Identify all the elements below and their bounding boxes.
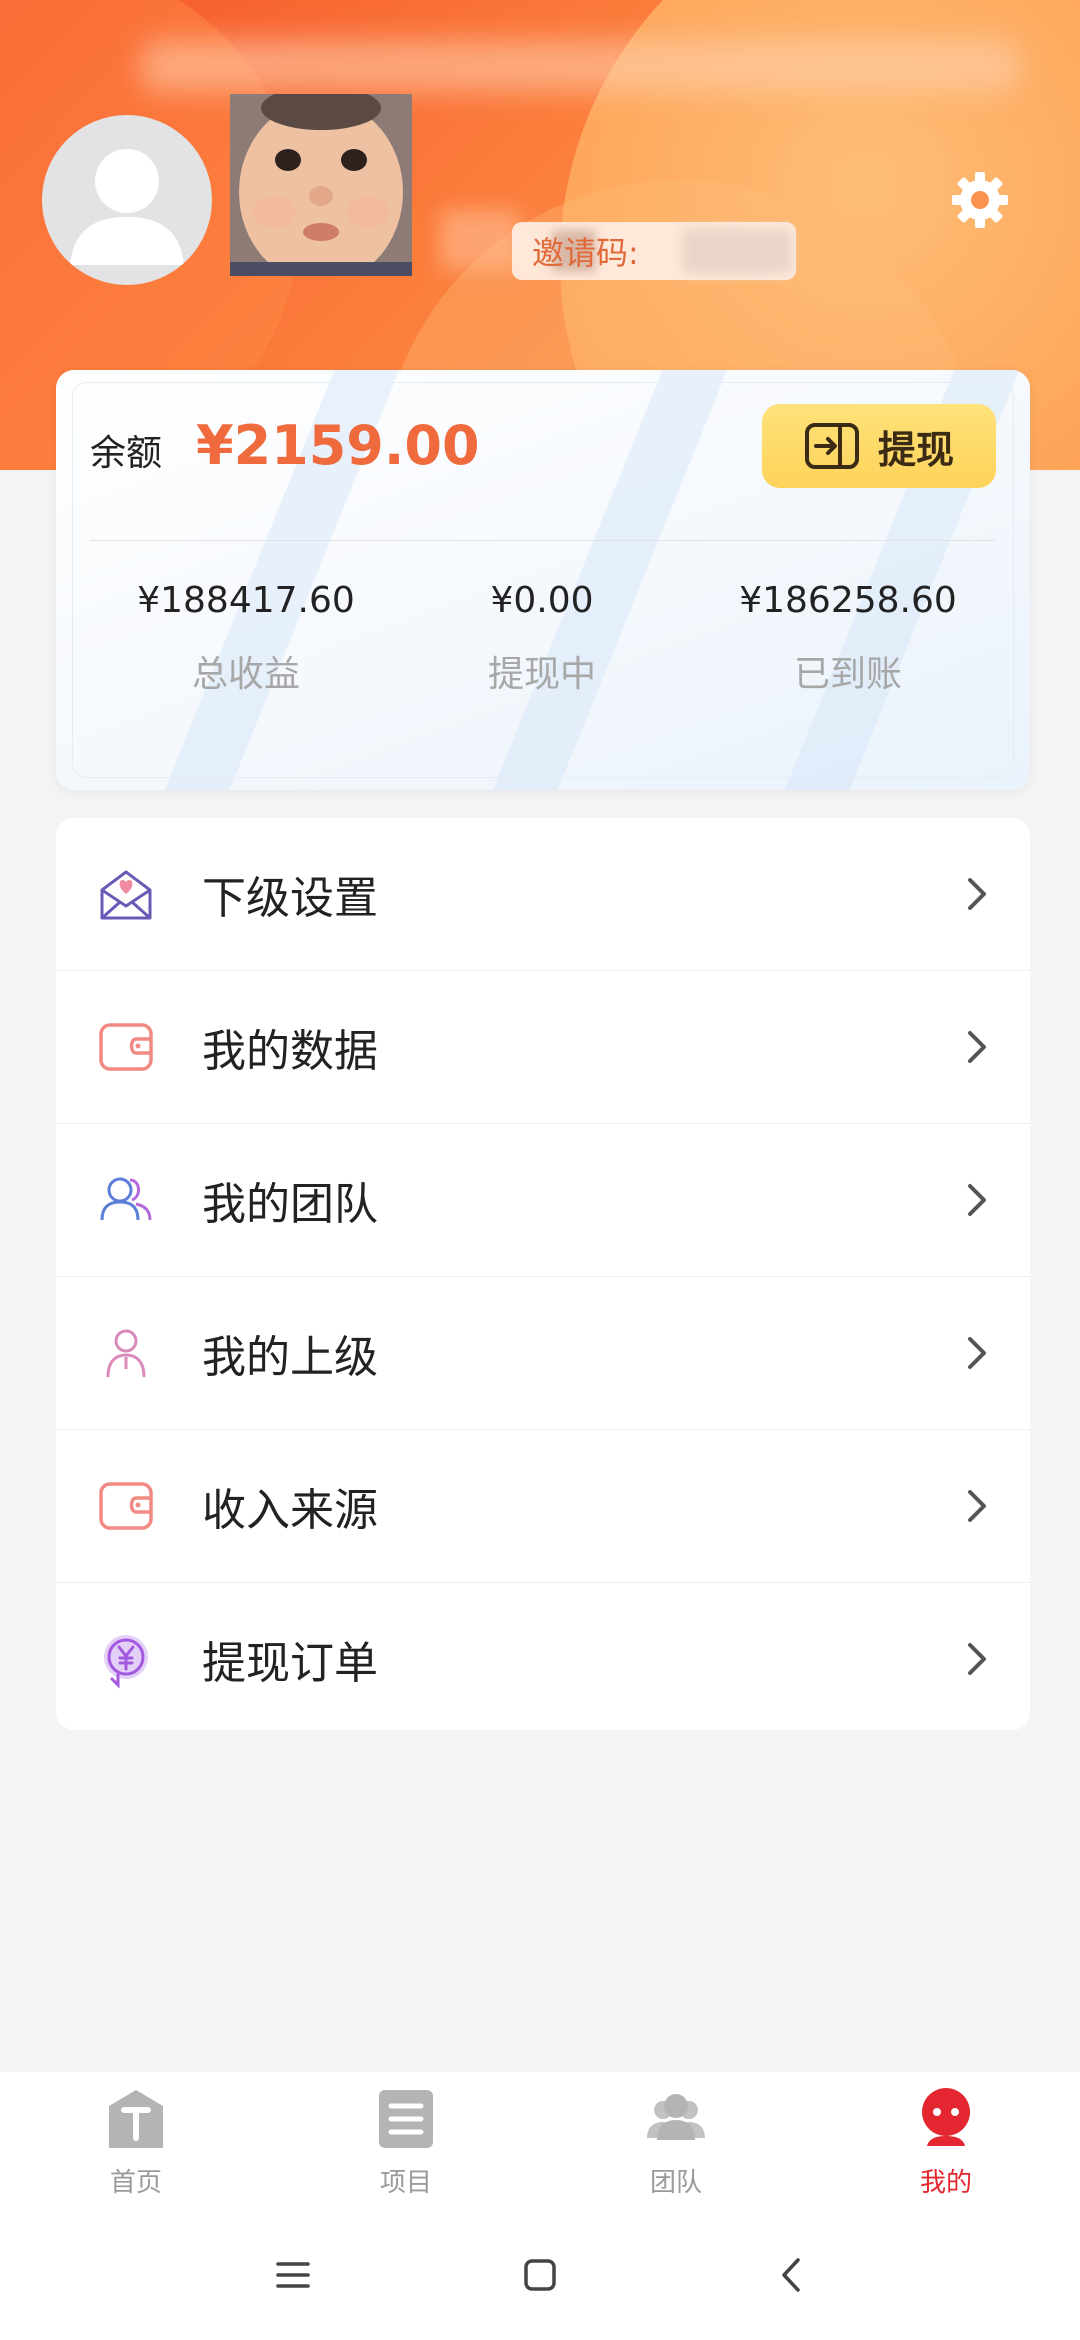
menu-item-withdraw-orders[interactable]: 提现订单 — [56, 1583, 1030, 1730]
profile-icon — [922, 2088, 970, 2146]
withdraw-button[interactable]: 提现 — [762, 404, 996, 488]
chevron-right-icon — [968, 1337, 986, 1369]
balance-card: 余额 ¥2159.00 提现 ¥188417.60 总收益 ¥0.00 提现中 … — [56, 370, 1030, 790]
menu-item-my-superior[interactable]: 我的上级 — [56, 1277, 1030, 1430]
chevron-right-icon — [968, 1643, 986, 1675]
tab-label: 团队 — [649, 2168, 702, 2198]
stat-withdrawing[interactable]: ¥0.00 提现中 — [392, 580, 692, 697]
menu-item-label: 收入来源 — [202, 1485, 378, 1536]
menu-item-label: 我的数据 — [202, 1026, 378, 1077]
stat-total-income[interactable]: ¥188417.60 总收益 — [96, 580, 396, 697]
team-icon — [647, 2094, 705, 2140]
list-icon — [379, 2090, 433, 2148]
withdraw-button-label: 提现 — [877, 427, 954, 472]
bottom-tab-bar: 首页 项目 团队 我的 — [0, 2072, 1080, 2211]
stat-label: 已到账 — [793, 654, 902, 695]
menu-list: 下级设置 我的数据 我的团队 我的上级 收入来源 提现订单 — [56, 818, 1030, 1730]
menu-item-label: 我的上级 — [202, 1332, 378, 1383]
home-square-icon[interactable] — [513, 2248, 567, 2302]
chevron-right-icon — [968, 1184, 986, 1216]
invite-code-chip[interactable]: 邀请码: — [512, 222, 796, 280]
menu-item-my-data[interactable]: 我的数据 — [56, 971, 1030, 1124]
wallet-icon — [99, 1482, 153, 1530]
stat-value: ¥188417.60 — [137, 580, 355, 621]
menu-item-label: 下级设置 — [202, 873, 378, 924]
menu-item-label: 我的团队 — [202, 1179, 378, 1230]
menu-item-my-team[interactable]: 我的团队 — [56, 1124, 1030, 1277]
nickname — [440, 210, 520, 270]
tab-team[interactable]: 团队 — [586, 2086, 766, 2199]
divider — [90, 540, 996, 541]
default-avatar-icon[interactable] — [42, 115, 212, 285]
stat-received[interactable]: ¥186258.60 已到账 — [698, 580, 998, 697]
team-icon — [100, 1177, 152, 1221]
redaction — [682, 228, 792, 274]
tab-home[interactable]: 首页 — [46, 2086, 226, 2199]
gear-icon[interactable] — [948, 168, 1012, 232]
status-bar — [140, 40, 1020, 92]
stat-value: ¥0.00 — [490, 580, 594, 621]
back-icon[interactable] — [766, 2248, 820, 2302]
menu-icon[interactable] — [266, 2248, 320, 2302]
system-navigation-bar — [0, 2210, 1080, 2340]
menu-item-label: 提现订单 — [202, 1638, 378, 1689]
invite-code-label: 邀请码: — [532, 234, 639, 272]
person-icon — [106, 1329, 146, 1378]
stat-value: ¥186258.60 — [739, 580, 957, 621]
user-avatar[interactable] — [230, 94, 412, 276]
tab-projects[interactable]: 项目 — [316, 2086, 496, 2199]
chevron-right-icon — [968, 878, 986, 910]
home-t-icon — [109, 2090, 163, 2148]
chevron-right-icon — [968, 1031, 986, 1063]
tab-label: 我的 — [919, 2168, 972, 2198]
balance-value: ¥2159.00 — [196, 414, 480, 477]
withdraw-icon — [804, 423, 859, 469]
tab-mine[interactable]: 我的 — [856, 2086, 1036, 2199]
tab-label: 首页 — [109, 2168, 162, 2198]
stat-label: 提现中 — [487, 654, 596, 695]
balance-label: 余额 — [90, 433, 163, 474]
tab-label: 项目 — [379, 2168, 432, 2198]
menu-item-income-source[interactable]: 收入来源 — [56, 1430, 1030, 1583]
wallet-icon — [99, 1023, 153, 1071]
stat-label: 总收益 — [191, 654, 300, 695]
menu-item-subordinate-settings[interactable]: 下级设置 — [56, 818, 1030, 971]
chevron-right-icon — [968, 1490, 986, 1522]
yuan-coin-icon — [104, 1635, 148, 1689]
envelope-heart-icon — [100, 870, 152, 920]
